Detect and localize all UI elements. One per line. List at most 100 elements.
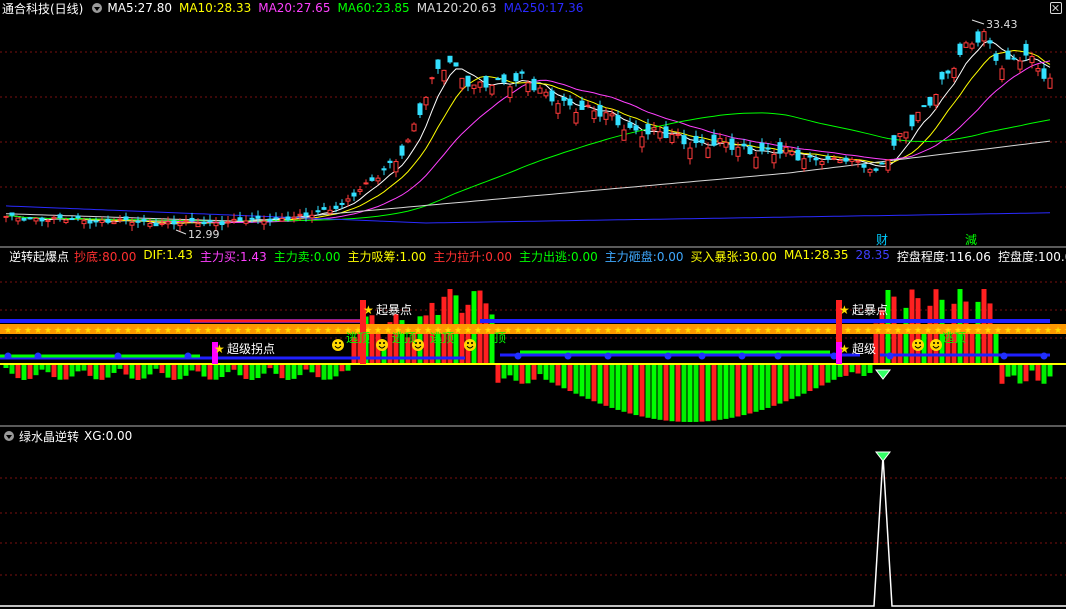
candle[interactable] <box>399 143 405 159</box>
candle[interactable] <box>525 80 531 97</box>
candle[interactable] <box>261 215 267 230</box>
candle[interactable] <box>543 88 549 99</box>
candle[interactable] <box>387 158 393 169</box>
candle[interactable] <box>951 66 957 83</box>
candle[interactable] <box>549 87 555 106</box>
candle[interactable] <box>789 147 795 157</box>
candle[interactable] <box>183 215 189 226</box>
candle[interactable] <box>237 211 243 222</box>
pane-divider[interactable] <box>0 425 1066 427</box>
candle[interactable] <box>57 212 63 222</box>
candle[interactable] <box>1017 57 1023 74</box>
candle[interactable] <box>531 76 537 93</box>
candle[interactable] <box>513 71 519 87</box>
candle[interactable] <box>891 134 897 151</box>
candle[interactable] <box>3 215 9 223</box>
candle[interactable] <box>597 100 603 122</box>
candle[interactable] <box>885 159 891 174</box>
candle[interactable] <box>801 154 807 172</box>
candle[interactable] <box>207 214 213 227</box>
candle[interactable] <box>423 96 429 111</box>
candle[interactable] <box>39 216 45 227</box>
candle[interactable] <box>819 158 825 170</box>
candle[interactable] <box>645 118 651 140</box>
candle[interactable] <box>1005 47 1011 60</box>
candle[interactable] <box>141 214 147 226</box>
candle[interactable] <box>963 40 969 48</box>
candle[interactable] <box>741 138 747 150</box>
candle[interactable] <box>555 99 561 119</box>
candle[interactable] <box>489 84 495 97</box>
candle[interactable] <box>621 124 627 141</box>
sub1-chart[interactable]: ★ ★ ★ ★ ★ ★ ★ ★ ★ ★ ★ ★ ★ ★ ★ ★ ★ ★ ★ ★ ★ ★ ★ ★ ★ ★ ★ ★ ★ ★ ★ ★ ★ ★ ★ ★ ★ ★ ★ ★… <box>0 248 1066 426</box>
candle[interactable] <box>243 215 249 226</box>
candle[interactable] <box>783 142 789 157</box>
candle[interactable] <box>831 155 837 161</box>
candle[interactable] <box>471 84 477 95</box>
candle[interactable] <box>381 165 387 176</box>
candle[interactable] <box>339 199 345 209</box>
candle[interactable] <box>867 167 873 177</box>
candle[interactable] <box>303 207 309 222</box>
candle[interactable] <box>681 129 687 150</box>
candle[interactable] <box>987 37 993 49</box>
sub2-chart[interactable] <box>0 428 1066 609</box>
candle[interactable] <box>219 216 225 231</box>
candle[interactable] <box>723 136 729 153</box>
candle[interactable] <box>687 142 693 165</box>
candle[interactable] <box>825 153 831 164</box>
candle[interactable] <box>897 133 903 143</box>
candle[interactable] <box>639 131 645 153</box>
candle[interactable] <box>903 131 909 144</box>
candle[interactable] <box>765 143 771 155</box>
candle[interactable] <box>369 174 375 182</box>
candle[interactable] <box>9 212 15 221</box>
candle[interactable] <box>699 134 705 146</box>
candle[interactable] <box>165 216 171 229</box>
candle[interactable] <box>1047 73 1053 90</box>
candle[interactable] <box>999 65 1005 83</box>
candle[interactable] <box>417 102 423 118</box>
candle[interactable] <box>1011 54 1017 61</box>
candle[interactable] <box>519 69 525 79</box>
candle[interactable] <box>411 122 417 132</box>
candle[interactable] <box>837 157 843 164</box>
candle[interactable] <box>429 76 435 85</box>
candle[interactable] <box>483 75 489 92</box>
candle[interactable] <box>69 215 75 221</box>
candle[interactable] <box>663 121 669 139</box>
candle[interactable] <box>843 155 849 165</box>
candle[interactable] <box>309 210 315 223</box>
candle[interactable] <box>435 59 441 74</box>
candle[interactable] <box>615 110 621 128</box>
candle[interactable] <box>321 202 327 211</box>
candle[interactable] <box>225 216 231 228</box>
candle[interactable] <box>171 215 177 230</box>
candle[interactable] <box>777 138 783 159</box>
candle[interactable] <box>351 189 357 202</box>
candle[interactable] <box>123 212 129 225</box>
candle[interactable] <box>759 138 765 155</box>
candle[interactable] <box>75 213 81 222</box>
candle[interactable] <box>315 205 321 215</box>
candle[interactable] <box>609 108 615 121</box>
candle[interactable] <box>363 179 369 185</box>
candle[interactable] <box>1035 64 1041 77</box>
candle[interactable] <box>21 217 27 222</box>
candle[interactable] <box>99 216 105 227</box>
candle[interactable] <box>969 41 975 51</box>
candle[interactable] <box>873 167 879 173</box>
candle[interactable] <box>927 96 933 108</box>
candle[interactable] <box>747 141 753 155</box>
candle[interactable] <box>651 121 657 135</box>
price-chart[interactable]: 33.43 12.99 财 減 <box>0 0 1066 248</box>
candle[interactable] <box>921 105 927 108</box>
candle[interactable] <box>603 107 609 126</box>
candle[interactable] <box>861 162 867 173</box>
candle[interactable] <box>909 114 915 131</box>
event-tag-reduce[interactable]: 減 <box>965 232 977 247</box>
candle[interactable] <box>465 75 471 92</box>
candle[interactable] <box>537 84 543 94</box>
candle[interactable] <box>267 213 273 226</box>
candle[interactable] <box>45 218 51 228</box>
